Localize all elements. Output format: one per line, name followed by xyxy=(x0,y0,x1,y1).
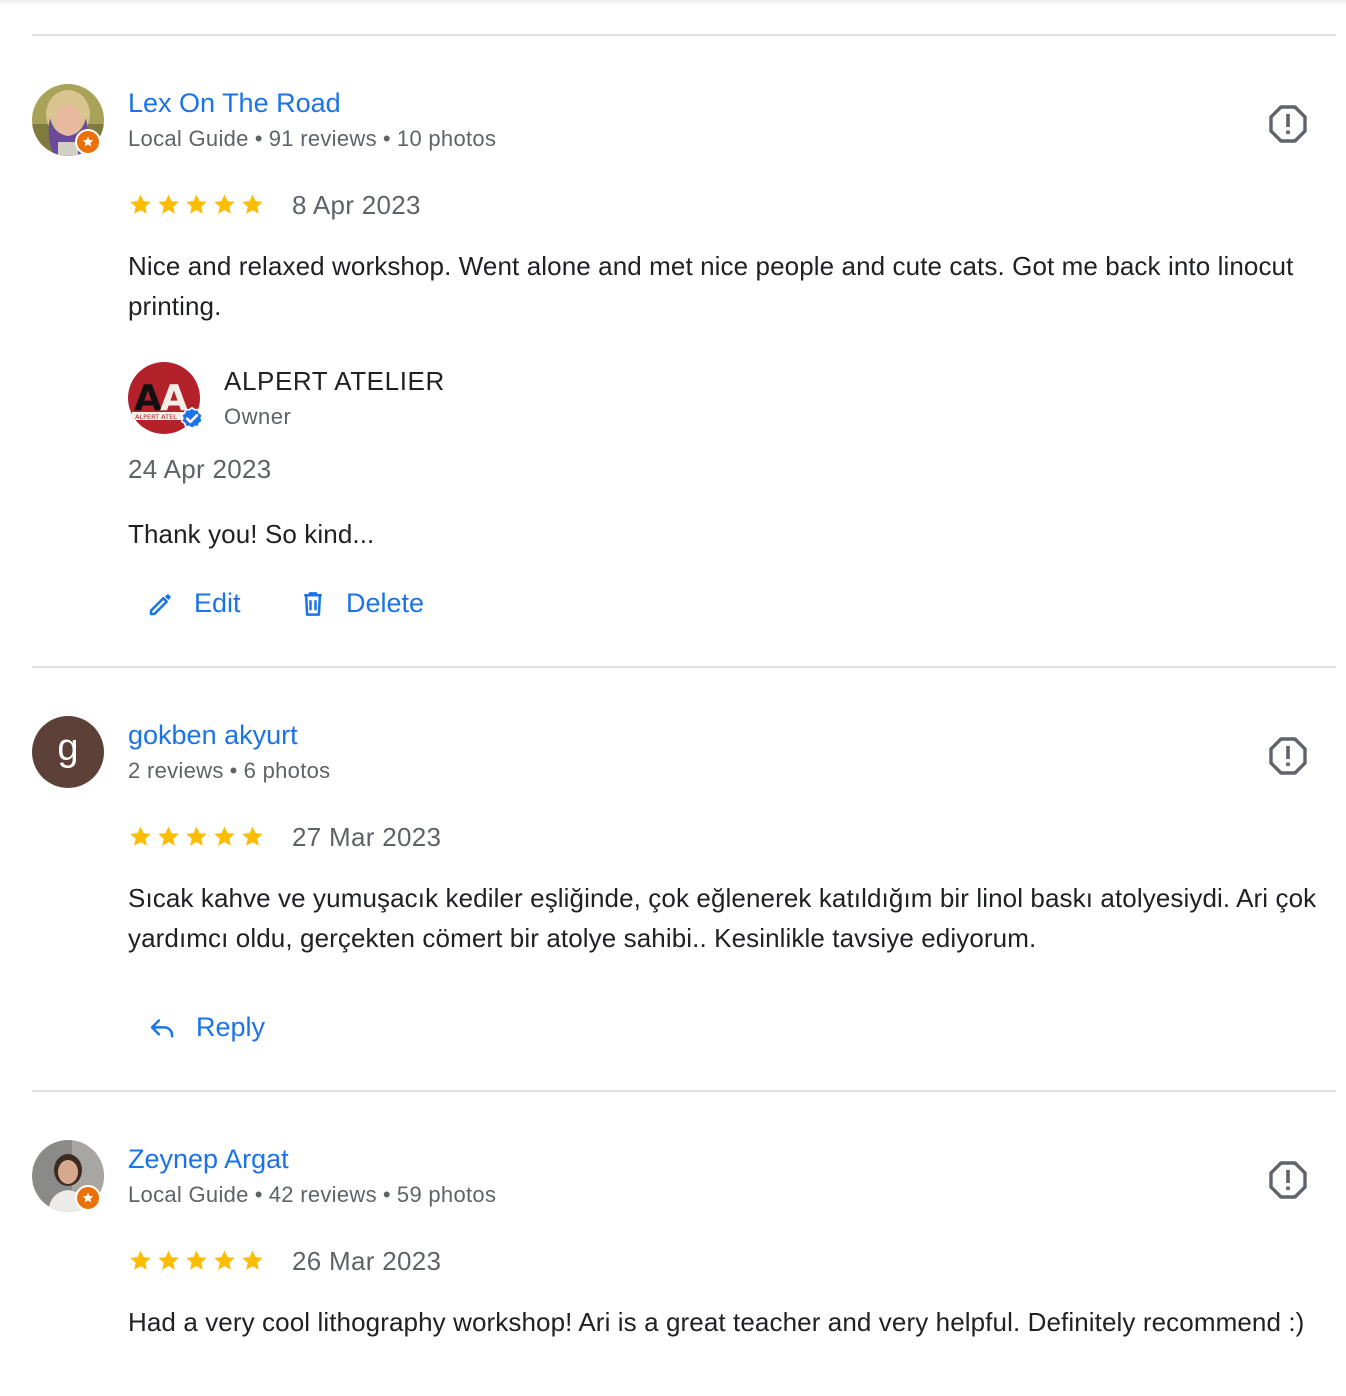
star-icon xyxy=(184,192,209,217)
divider xyxy=(32,34,1336,36)
star-icon xyxy=(212,824,237,849)
star-icon xyxy=(128,1248,153,1273)
reviewer-avatar[interactable] xyxy=(32,84,104,156)
delete-button[interactable]: Delete xyxy=(298,588,424,619)
star-icon xyxy=(128,192,153,217)
reply-button[interactable]: Reply xyxy=(146,1012,265,1043)
reviewer-meta: 2 reviews • 6 photos xyxy=(128,758,331,783)
report-review-icon[interactable] xyxy=(1268,736,1308,776)
owner-role: Owner xyxy=(224,404,292,429)
star-icon xyxy=(212,192,237,217)
avatar-letter: g xyxy=(57,726,79,769)
pencil-icon xyxy=(149,593,171,615)
star-icon xyxy=(212,1248,237,1273)
review-date: 27 Mar 2023 xyxy=(292,822,442,852)
star-icon xyxy=(156,1248,181,1273)
reviews-count: 42 reviews xyxy=(268,1182,377,1207)
rating-stars xyxy=(128,824,265,849)
review-text: Sıcak kahve ve yumuşacık kediler eşliğin… xyxy=(128,883,1317,953)
star-icon xyxy=(184,1248,209,1273)
photos-count: 6 photos xyxy=(243,758,331,783)
review-date: 26 Mar 2023 xyxy=(292,1246,442,1276)
local-guide-label: Local Guide xyxy=(128,126,249,151)
star-icon xyxy=(156,192,181,217)
star-icon xyxy=(240,824,265,849)
trash-icon xyxy=(304,591,322,616)
rating-stars xyxy=(128,192,265,217)
review-text: Had a very cool lithography workshop! Ar… xyxy=(128,1307,1305,1337)
review-date: 8 Apr 2023 xyxy=(292,190,421,220)
star-icon xyxy=(240,1248,265,1273)
reviewer-avatar[interactable] xyxy=(32,1140,104,1212)
reviews-count: 91 reviews xyxy=(268,126,377,151)
reviews-count: 2 reviews xyxy=(128,758,224,783)
photos-count: 10 photos xyxy=(396,126,497,151)
edit-button[interactable]: Edit xyxy=(146,588,241,619)
reply-label: Reply xyxy=(196,1012,266,1042)
reviewer-meta: Local Guide • 91 reviews • 10 photos xyxy=(128,126,497,151)
local-guide-badge-icon xyxy=(75,1185,101,1211)
edit-label: Edit xyxy=(194,588,241,618)
report-review-icon[interactable] xyxy=(1268,1160,1308,1200)
owner-reply-text: Thank you! So kind... xyxy=(128,519,375,549)
reviewer-name[interactable]: Lex On The Road xyxy=(128,88,341,119)
reviewer-name[interactable]: gokben akyurt xyxy=(128,720,298,751)
star-icon xyxy=(184,824,209,849)
reply-arrow-icon xyxy=(150,1018,174,1037)
reviewer-name[interactable]: Zeynep Argat xyxy=(128,1144,289,1175)
rating-stars xyxy=(128,1248,265,1273)
local-guide-badge-icon xyxy=(75,129,101,155)
divider xyxy=(32,1090,1336,1092)
star-icon xyxy=(240,192,265,217)
divider xyxy=(32,666,1336,668)
report-review-icon[interactable] xyxy=(1268,104,1308,144)
owner-reply-date: 24 Apr 2023 xyxy=(128,454,272,484)
reviewer-meta: Local Guide • 42 reviews • 59 photos xyxy=(128,1182,497,1207)
reviewer-avatar[interactable]: g xyxy=(32,716,104,788)
delete-label: Delete xyxy=(346,588,425,618)
owner-avatar: A A ALPERT ATEL xyxy=(128,362,204,434)
review-text: Nice and relaxed workshop. Went alone an… xyxy=(128,251,1294,321)
star-icon xyxy=(156,824,181,849)
top-shadow xyxy=(0,0,1346,6)
svg-text:ALPERT ATEL: ALPERT ATEL xyxy=(135,413,177,421)
local-guide-label: Local Guide xyxy=(128,1182,249,1207)
photos-count: 59 photos xyxy=(396,1182,497,1207)
star-icon xyxy=(128,824,153,849)
owner-name: ALPERT ATELIER xyxy=(224,366,445,396)
verified-badge-icon xyxy=(178,406,206,434)
